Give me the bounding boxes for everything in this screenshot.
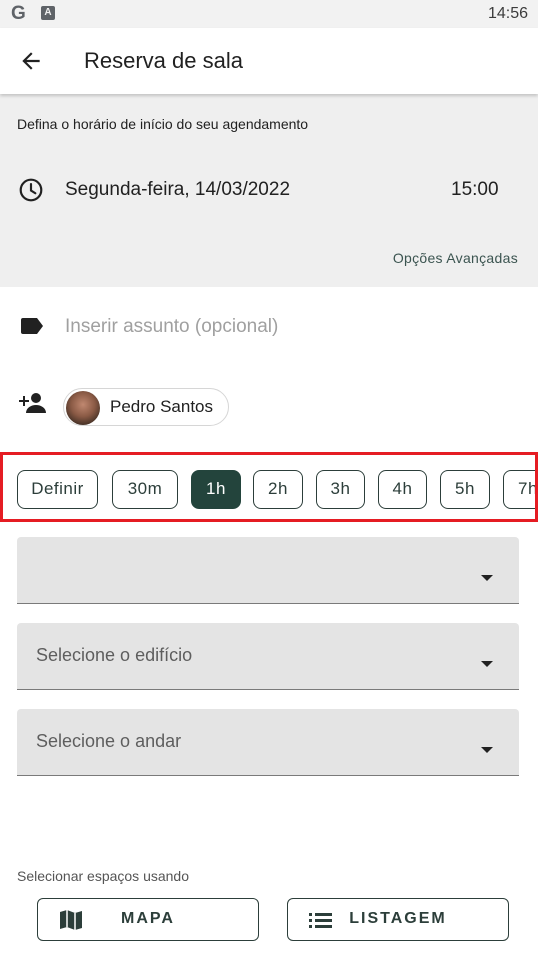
dropdown-caret-icon xyxy=(481,575,493,581)
dropdown-caret-icon xyxy=(481,747,493,753)
select-spaces-label: Selecionar espaços usando xyxy=(17,868,190,884)
map-button-label: MAPA xyxy=(121,910,175,927)
duration-7h[interactable]: 7h xyxy=(503,470,535,509)
duration-1h[interactable]: 1h xyxy=(191,470,241,509)
list-button[interactable]: LISTAGEM xyxy=(287,898,509,941)
date-picker[interactable]: Segunda-feira, 14/03/2022 xyxy=(65,179,290,201)
schedule-panel: Defina o horário de início do seu agenda… xyxy=(0,94,538,287)
participant-chip[interactable]: Pedro Santos xyxy=(63,388,230,426)
duration-selector: Definir 30m 1h 2h 3h 4h 5h 7h xyxy=(0,452,538,522)
status-bar: G A 14:56 xyxy=(0,0,538,28)
google-notification-icon: G xyxy=(11,3,26,24)
subject-row xyxy=(0,300,538,352)
first-select[interactable] xyxy=(17,537,519,604)
building-select[interactable]: Selecione o edifício xyxy=(17,623,519,690)
duration-2h[interactable]: 2h xyxy=(253,470,303,509)
subject-input[interactable] xyxy=(65,312,505,342)
floor-select[interactable]: Selecione o andar xyxy=(17,709,519,776)
person-add-icon[interactable] xyxy=(17,391,47,415)
back-arrow-icon[interactable] xyxy=(18,48,44,74)
label-tag-icon xyxy=(21,318,43,334)
participant-name: Pedro Santos xyxy=(110,397,214,416)
duration-30m[interactable]: 30m xyxy=(112,470,178,509)
time-picker[interactable]: 15:00 xyxy=(451,179,499,201)
list-button-label: LISTAGEM xyxy=(349,910,447,927)
advanced-options-link[interactable]: Opções Avançadas xyxy=(393,250,518,266)
dropdown-caret-icon xyxy=(481,661,493,667)
participants-row: Pedro Santos xyxy=(0,385,538,430)
status-time: 14:56 xyxy=(487,5,528,22)
duration-definir[interactable]: Definir xyxy=(17,470,98,509)
app-bar: Reserva de sala xyxy=(0,28,538,94)
schedule-hint: Defina o horário de início do seu agenda… xyxy=(17,116,309,132)
floor-select-label: Selecione o andar xyxy=(36,731,182,751)
clock-icon xyxy=(19,178,43,202)
building-select-label: Selecione o edifício xyxy=(36,645,193,665)
duration-4h[interactable]: 4h xyxy=(378,470,427,509)
avatar xyxy=(66,391,100,425)
app-notification-icon: A xyxy=(41,6,55,20)
duration-3h[interactable]: 3h xyxy=(316,470,365,509)
page-title: Reserva de sala xyxy=(84,48,243,73)
map-button[interactable]: MAPA xyxy=(37,898,259,941)
duration-5h[interactable]: 5h xyxy=(440,470,490,509)
